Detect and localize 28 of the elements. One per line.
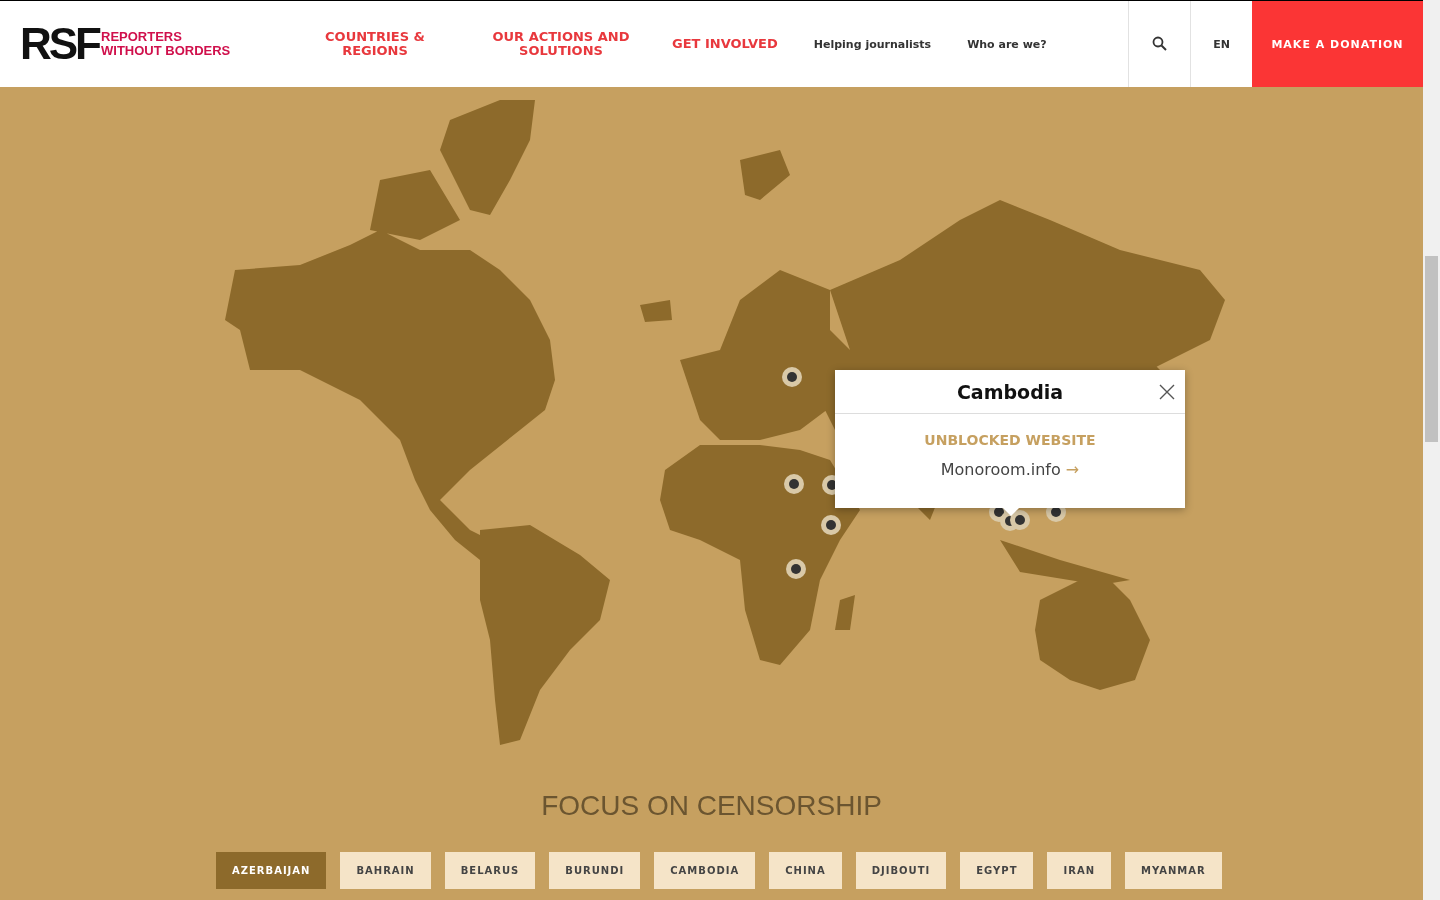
map-pin[interactable] — [784, 474, 804, 494]
country-tab[interactable]: BURUNDI — [549, 852, 641, 889]
map-pin[interactable] — [1010, 510, 1030, 530]
donate-button[interactable]: MAKE A DONATION — [1252, 1, 1423, 87]
country-tab[interactable]: AZERBAIJAN — [216, 852, 327, 889]
country-tab[interactable]: IRAN — [1047, 852, 1111, 889]
map-pin[interactable] — [821, 515, 841, 535]
country-tab[interactable]: BAHRAIN — [340, 852, 431, 889]
map-pin[interactable] — [782, 367, 802, 387]
country-tab[interactable]: EGYPT — [960, 852, 1034, 889]
popup-title: Cambodia — [956, 380, 1064, 403]
nav-link[interactable]: GET INVOLVED — [672, 37, 778, 51]
map-pin[interactable] — [786, 559, 806, 579]
close-icon[interactable] — [1159, 384, 1175, 400]
section-title: FOCUS ON CENSORSHIP — [540, 790, 883, 822]
nav-link[interactable]: Who are we? — [967, 37, 1047, 51]
website-link[interactable]: Monoroom.info → — [940, 460, 1080, 479]
nav-link[interactable]: COUNTRIES & REGIONS — [300, 30, 450, 58]
country-tab[interactable]: CHINA — [769, 852, 842, 889]
nav-link[interactable]: OUR ACTIONS AND SOLUTIONS — [486, 30, 636, 58]
nav-link[interactable]: Helping journalists — [813, 37, 932, 51]
country-tab[interactable]: CAMBODIA — [654, 852, 756, 889]
country-tab[interactable]: MYANMAR — [1125, 852, 1222, 889]
popup-category: UNBLOCKED WEBSITE — [924, 432, 1096, 448]
country-tab[interactable]: BELARUS — [444, 852, 536, 889]
country-tab[interactable]: DJIBOUTI — [855, 852, 947, 889]
scrollbar[interactable] — [1423, 0, 1440, 900]
search-icon — [1151, 36, 1168, 52]
